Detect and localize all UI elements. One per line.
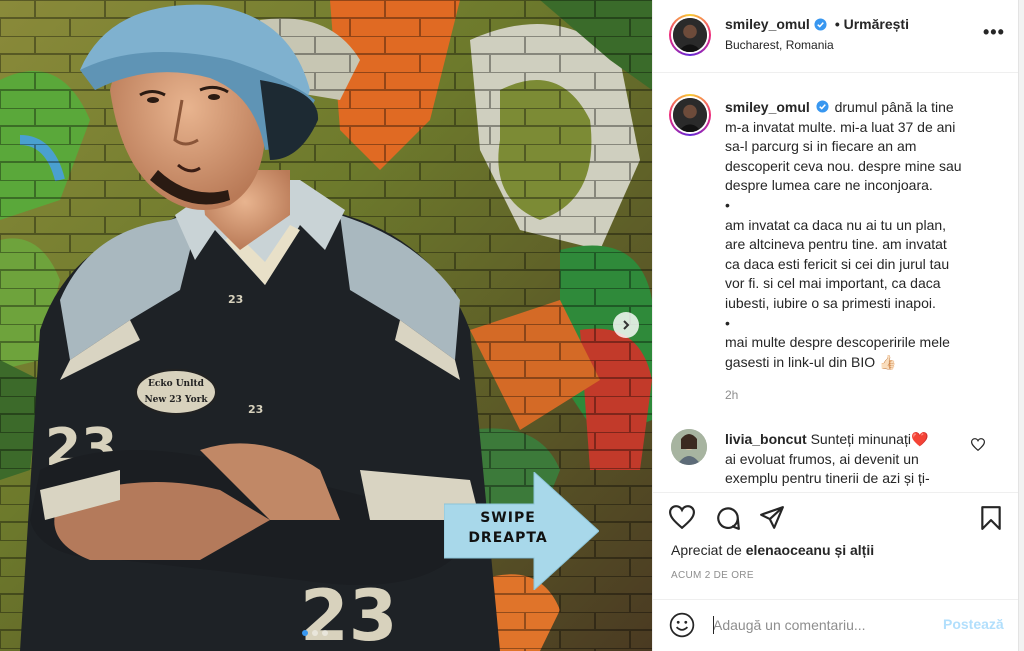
avatar[interactable] [669,14,711,56]
jersey-number-collar: 23 [228,293,243,306]
carousel-dot [302,630,308,636]
caption-time[interactable]: 2h [725,388,738,402]
scrollbar[interactable] [1018,0,1024,651]
post-header: smiley_omul • Urmărești Bucharest, Roman… [653,0,1019,73]
emoji-icon[interactable] [669,612,695,638]
verified-icon [816,100,829,113]
instagram-post: Ecko Unltd New 23 York 23 23 23 23 SWIPE… [0,0,1024,651]
post-comment-button[interactable]: Postează [943,616,1004,632]
caption-first-line: smiley_omul drumul până la tine [725,98,1009,118]
liked-by: Apreciat de elenaoceanu și alții [671,542,874,558]
comment: livia_boncut Sunteți minunați❤️ ai evolu… [725,430,975,489]
dreapta-word: DREAPTA [468,530,548,546]
header-user-row: smiley_omul • Urmărești [725,16,909,32]
post-timestamp[interactable]: ACUM 2 DE ORE [671,570,754,581]
caption-text: vor fi. si cel mai important, ca daca [725,275,941,292]
comment-text: exemplu pentru tinerii de azi și ți- [725,470,930,487]
caption-text: drumul până la tine [834,99,954,115]
post-side-panel: smiley_omul • Urmărești Bucharest, Roman… [652,0,1024,651]
caption-text: gasesti in link-ul din BIO 👍🏻 [725,353,897,370]
caption-text: despre lumea care ne inconjoara. [725,177,933,194]
jersey-number-button: 23 [248,403,263,416]
caption-text: ca daca esti fericit si cei din jurul ta… [725,255,950,272]
post-actions: Apreciat de elenaoceanu și alții ACUM 2 … [653,492,1019,604]
comment-icon[interactable] [715,505,741,531]
comment-text: Sunteți minunați❤️ [810,431,929,447]
comment-first-line: livia_boncut Sunteți minunați❤️ [725,430,975,450]
carousel-indicator [302,630,328,636]
comment-heart-icon[interactable] [971,438,985,451]
caption-text: descoperit ceva nou. despre mine sau [725,157,962,174]
more-options-button[interactable]: ••• [983,22,1005,43]
comment-text: ai evoluat frumos, ai devenit un [725,450,919,467]
chevron-right-icon [623,320,630,330]
add-comment-bar: Postează [653,599,1019,651]
carousel-next-button[interactable] [613,312,639,338]
caption-text: • [725,196,730,213]
caption-username[interactable]: smiley_omul [725,99,810,115]
post-media[interactable]: Ecko Unltd New 23 York 23 23 23 23 SWIPE… [0,0,652,651]
verified-icon [814,17,827,31]
comments-section[interactable]: smiley_omul drumul până la tine m-a inva… [653,74,1019,492]
comment-username[interactable]: livia_boncut [725,431,807,447]
caption-text: iubesti, iubire o sa primesti inapoi. [725,294,936,311]
carousel-dot [312,630,318,636]
post-caption: smiley_omul drumul până la tine m-a inva… [725,98,1009,372]
jersey-number-chest: 23 [300,575,397,651]
liked-by-user[interactable]: elenaoceanu [746,542,831,558]
caption-text: • [725,314,730,331]
bookmark-icon[interactable] [979,505,1003,531]
header-username[interactable]: smiley_omul [725,16,810,32]
patch-text-2: New 23 York [144,395,208,405]
caption-avatar[interactable] [669,94,711,136]
share-icon[interactable] [759,505,785,531]
swipe-overlay-text: SWIPE DREAPTA [444,508,572,548]
swipe-word: SWIPE [480,510,536,526]
caption-text: mai multe despre descoperirile mele [725,334,950,351]
liked-by-others[interactable]: și alții [834,542,874,558]
comment-input[interactable] [713,614,933,636]
follow-status[interactable]: • Urmărești [835,16,909,32]
heart-icon[interactable] [669,505,695,529]
liked-by-prefix: Apreciat de [671,542,742,558]
patch-text: Ecko Unltd [148,379,205,389]
caption-text: am invatat ca daca nu ai tu un plan, [725,216,947,233]
caption-text: are altcineva pentru tine. am invatat [725,236,947,253]
location-link[interactable]: Bucharest, Romania [725,38,834,52]
text-caret [713,616,714,634]
carousel-dot [322,630,328,636]
caption-text: m-a invatat multe. mi-a luat 37 de ani [725,118,956,135]
caption-text: sa-l parcurg si in fiecare an am [725,138,917,155]
commenter-avatar[interactable] [671,429,707,465]
